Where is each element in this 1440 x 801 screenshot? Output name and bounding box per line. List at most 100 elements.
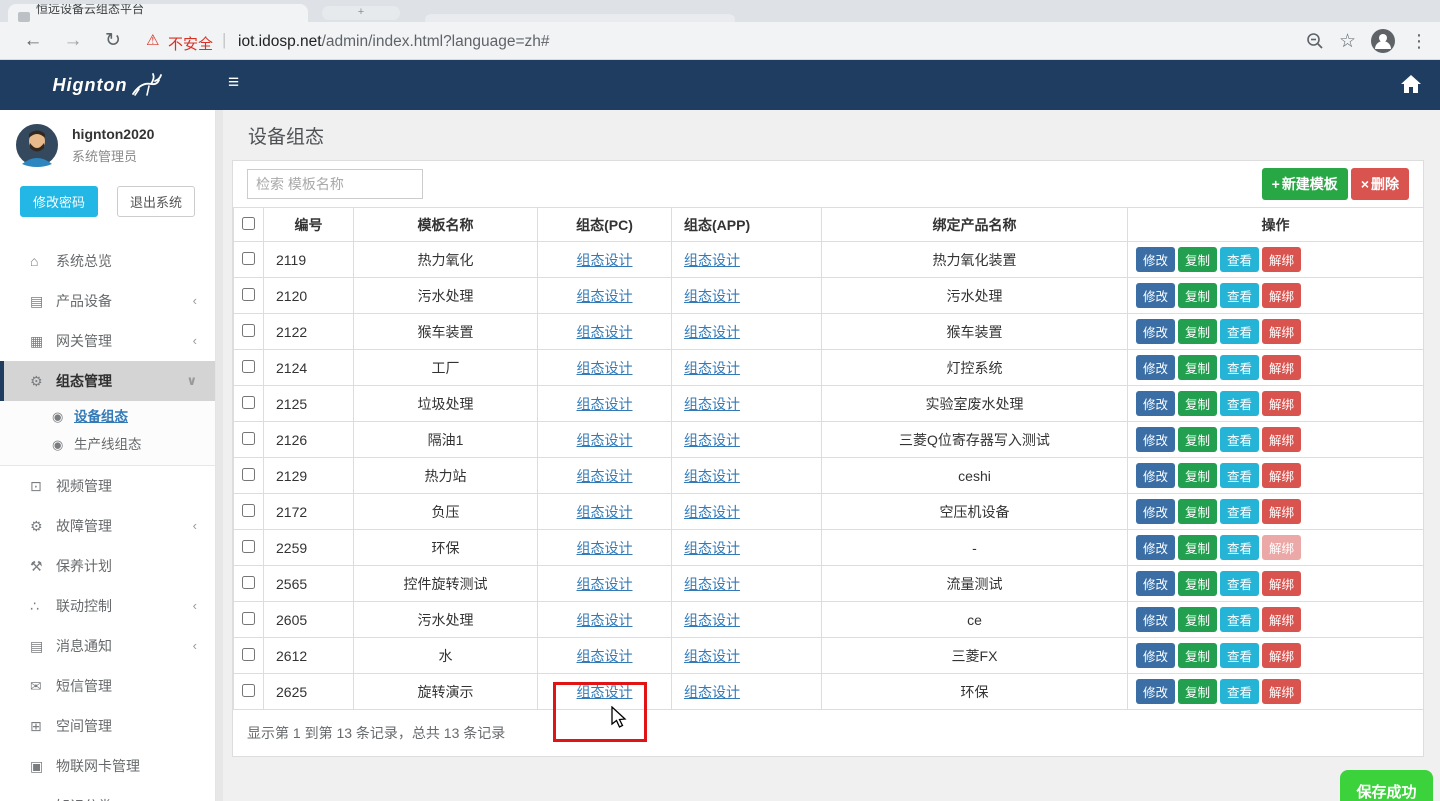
security-warning-label[interactable]: 不安全 [168,33,213,54]
pc-config-link[interactable]: 组态设计 [577,288,633,304]
modify-button[interactable]: 修改 [1136,247,1175,272]
app-config-link[interactable]: 组态设计 [684,252,740,268]
pc-config-link[interactable]: 组态设计 [577,648,633,664]
pc-config-link[interactable]: 组态设计 [577,360,633,376]
brand-logo[interactable]: Hignton [0,60,216,110]
unbind-button[interactable]: 解绑 [1262,355,1301,380]
unbind-button[interactable]: 解绑 [1262,607,1301,632]
row-checkbox[interactable] [242,576,255,589]
view-button[interactable]: 查看 [1220,535,1259,560]
modify-button[interactable]: 修改 [1136,391,1175,416]
app-config-link[interactable]: 组态设计 [684,612,740,628]
copy-button[interactable]: 复制 [1178,535,1217,560]
app-config-link[interactable]: 组态设计 [684,324,740,340]
sidebar-item-7[interactable]: ∴联动控制‹ [0,586,215,626]
view-button[interactable]: 查看 [1220,643,1259,668]
app-config-link[interactable]: 组态设计 [684,396,740,412]
back-icon[interactable]: ← [20,28,46,54]
app-config-link[interactable]: 组态设计 [684,468,740,484]
sidebar-item-6[interactable]: ⚒保养计划 [0,546,215,586]
reload-icon[interactable]: ↻ [100,28,126,54]
sidebar-item-2[interactable]: ▦网关管理‹ [0,321,215,361]
unbind-button[interactable]: 解绑 [1262,463,1301,488]
delete-button[interactable]: ×删除 [1351,168,1409,200]
row-checkbox[interactable] [242,648,255,661]
new-tab-button[interactable]: + [322,6,400,20]
sidebar-item-11[interactable]: ▣物联网卡管理 [0,746,215,786]
unbind-button[interactable]: 解绑 [1262,283,1301,308]
inactive-tab[interactable] [425,14,735,22]
modify-button[interactable]: 修改 [1136,571,1175,596]
bookmark-star-icon[interactable]: ☆ [1339,30,1356,53]
view-button[interactable]: 查看 [1220,283,1259,308]
sidebar-item-1[interactable]: ▤产品设备‹ [0,281,215,321]
pc-config-link[interactable]: 组态设计 [577,468,633,484]
row-checkbox[interactable] [242,468,255,481]
modify-button[interactable]: 修改 [1136,319,1175,344]
copy-button[interactable]: 复制 [1178,283,1217,308]
view-button[interactable]: 查看 [1220,247,1259,272]
pc-config-link[interactable]: 组态设计 [577,396,633,412]
security-warning-icon[interactable]: ⚠ [146,31,159,49]
modify-button[interactable]: 修改 [1136,679,1175,704]
select-all-checkbox[interactable] [242,217,255,230]
copy-button[interactable]: 复制 [1178,391,1217,416]
row-checkbox[interactable] [242,252,255,265]
copy-button[interactable]: 复制 [1178,643,1217,668]
row-checkbox[interactable] [242,324,255,337]
copy-button[interactable]: 复制 [1178,355,1217,380]
view-button[interactable]: 查看 [1220,607,1259,632]
row-checkbox[interactable] [242,684,255,697]
modify-button[interactable]: 修改 [1136,463,1175,488]
modify-button[interactable]: 修改 [1136,283,1175,308]
unbind-button[interactable]: 解绑 [1262,499,1301,524]
sidebar-item-12[interactable]: ▤知识分类 [0,786,215,801]
pc-config-link[interactable]: 组态设计 [577,504,633,520]
row-checkbox[interactable] [242,288,255,301]
home-icon[interactable] [1400,73,1422,95]
unbind-button[interactable]: 解绑 [1262,679,1301,704]
browser-menu-icon[interactable]: ⋮ [1410,31,1428,52]
avatar[interactable] [14,122,60,168]
sidebar-toggle-icon[interactable]: ≡ [228,72,239,94]
sidebar-subitem-1[interactable]: ◉生产线组态 [0,431,215,459]
row-checkbox[interactable] [242,504,255,517]
sidebar-item-5[interactable]: ⚙故障管理‹ [0,506,215,546]
view-button[interactable]: 查看 [1220,319,1259,344]
unbind-button[interactable]: 解绑 [1262,391,1301,416]
app-config-link[interactable]: 组态设计 [684,540,740,556]
row-checkbox[interactable] [242,396,255,409]
logout-button[interactable]: 退出系统 [117,186,195,217]
view-button[interactable]: 查看 [1220,355,1259,380]
sidebar-item-4[interactable]: ⊡视频管理 [0,466,215,506]
copy-button[interactable]: 复制 [1178,427,1217,452]
sidebar-subitem-0[interactable]: ◉设备组态 [0,403,215,431]
app-config-link[interactable]: 组态设计 [684,288,740,304]
view-button[interactable]: 查看 [1220,463,1259,488]
scrollbar-track[interactable] [216,110,223,801]
app-config-link[interactable]: 组态设计 [684,576,740,592]
copy-button[interactable]: 复制 [1178,499,1217,524]
sidebar-item-8[interactable]: ▤消息通知‹ [0,626,215,666]
browser-tab[interactable]: 恒远设备云组态平台 [8,4,308,22]
zoom-out-icon[interactable] [1305,31,1325,51]
row-checkbox[interactable] [242,432,255,445]
view-button[interactable]: 查看 [1220,427,1259,452]
app-config-link[interactable]: 组态设计 [684,432,740,448]
sidebar-item-9[interactable]: ✉短信管理 [0,666,215,706]
pc-config-link[interactable]: 组态设计 [577,324,633,340]
pc-config-link[interactable]: 组态设计 [577,432,633,448]
new-template-button[interactable]: +新建模板 [1262,168,1348,200]
unbind-button[interactable]: 解绑 [1262,247,1301,272]
address-bar[interactable]: iot.idosp.net/admin/index.html?language=… [238,33,550,51]
app-config-link[interactable]: 组态设计 [684,648,740,664]
view-button[interactable]: 查看 [1220,679,1259,704]
copy-button[interactable]: 复制 [1178,679,1217,704]
modify-button[interactable]: 修改 [1136,607,1175,632]
app-config-link[interactable]: 组态设计 [684,360,740,376]
unbind-button[interactable]: 解绑 [1262,319,1301,344]
copy-button[interactable]: 复制 [1178,607,1217,632]
search-input[interactable] [247,169,423,199]
app-config-link[interactable]: 组态设计 [684,684,740,700]
pc-config-link[interactable]: 组态设计 [577,576,633,592]
